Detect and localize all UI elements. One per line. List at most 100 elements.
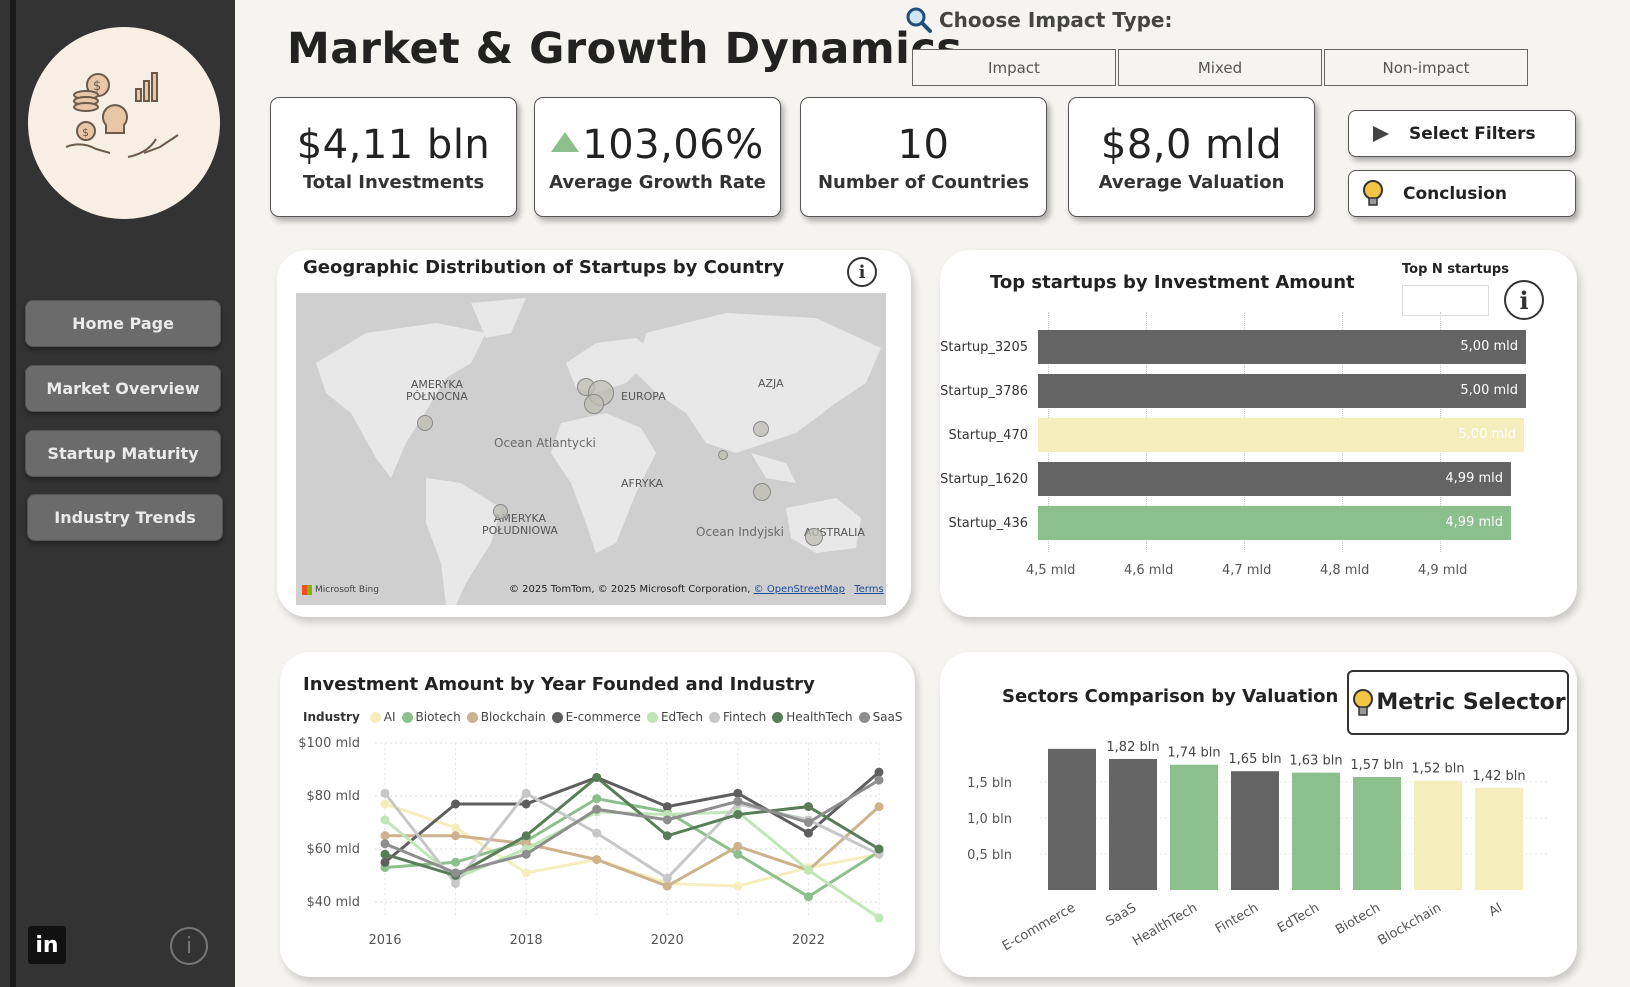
bar[interactable]: 5,00 mld	[1038, 374, 1526, 408]
linkedin-icon[interactable]: in	[28, 926, 66, 964]
info-icon[interactable]: i	[847, 257, 877, 287]
data-point[interactable]	[380, 857, 390, 867]
legend-item[interactable]: E-commerce	[551, 710, 641, 724]
data-point[interactable]	[380, 788, 390, 798]
data-point[interactable]	[662, 831, 672, 841]
data-point[interactable]	[803, 865, 813, 875]
data-point[interactable]	[662, 815, 672, 825]
data-point[interactable]	[662, 802, 672, 812]
data-point[interactable]	[803, 828, 813, 838]
legend-item[interactable]: Blockchain	[466, 710, 546, 724]
nav-home-page[interactable]: Home Page	[25, 300, 221, 347]
metric-selector-button[interactable]: Metric Selector	[1347, 670, 1569, 735]
data-point[interactable]	[592, 855, 602, 865]
bar[interactable]: 4,99 mld	[1038, 462, 1511, 496]
data-point[interactable]	[380, 815, 390, 825]
data-point[interactable]	[451, 868, 461, 878]
terms-link[interactable]: Terms	[854, 584, 883, 595]
map-bubble[interactable]	[718, 450, 728, 460]
data-point[interactable]	[521, 788, 531, 798]
bar[interactable]	[1170, 764, 1218, 890]
data-point[interactable]	[733, 849, 743, 859]
bar-row[interactable]: Startup_3786 5,00 mld	[940, 374, 1526, 408]
data-point[interactable]	[662, 873, 672, 883]
data-point[interactable]	[874, 802, 884, 812]
bar[interactable]: 4,99 mld	[1038, 506, 1511, 540]
data-point[interactable]	[803, 802, 813, 812]
info-icon[interactable]: i	[1504, 280, 1544, 320]
nav-industry-trends[interactable]: Industry Trends	[27, 494, 223, 541]
data-point[interactable]	[733, 796, 743, 806]
map-bubble[interactable]	[753, 421, 769, 437]
data-point[interactable]	[803, 892, 813, 902]
data-point[interactable]	[451, 831, 461, 841]
data-point[interactable]	[662, 881, 672, 891]
legend-item[interactable]: Fintech	[709, 710, 766, 724]
data-point[interactable]	[451, 799, 461, 809]
x-tick-label: 2022	[792, 933, 825, 948]
line-chart-legend: Industry AI Biotech Blockchain E-commerce Ed…	[303, 710, 903, 724]
data-point[interactable]	[874, 767, 884, 777]
bar[interactable]	[1353, 776, 1401, 890]
data-point[interactable]	[451, 878, 461, 888]
legend-marker	[551, 711, 563, 723]
data-point[interactable]	[380, 839, 390, 849]
metric-selector-label: Metric Selector	[1376, 690, 1566, 715]
impact-option-mixed[interactable]: Mixed	[1118, 49, 1322, 86]
data-point[interactable]	[592, 828, 602, 838]
data-point[interactable]	[521, 831, 531, 841]
data-point[interactable]	[451, 857, 461, 867]
data-point[interactable]	[592, 804, 602, 814]
impact-option-impact[interactable]: Impact	[912, 49, 1116, 86]
bar[interactable]: 5,00 mld	[1038, 418, 1524, 452]
data-point[interactable]	[451, 823, 461, 833]
data-point[interactable]	[874, 844, 884, 854]
map-bubble[interactable]	[584, 394, 604, 414]
map-bubble[interactable]	[805, 528, 823, 546]
data-point[interactable]	[592, 794, 602, 804]
bar-row[interactable]: Startup_436 4,99 mld	[940, 506, 1511, 540]
map-bubble[interactable]	[417, 415, 433, 431]
bar[interactable]	[1475, 787, 1523, 890]
legend-item[interactable]: HealthTech	[772, 710, 853, 724]
bar[interactable]	[1109, 758, 1157, 890]
data-point[interactable]	[380, 831, 390, 841]
nav-startup-maturity[interactable]: Startup Maturity	[25, 430, 221, 477]
legend-item[interactable]: Biotech	[401, 710, 461, 724]
topn-input[interactable]	[1402, 285, 1489, 316]
bar-row[interactable]: Startup_1620 4,99 mld	[940, 462, 1511, 496]
data-point[interactable]	[874, 913, 884, 923]
data-point[interactable]	[733, 810, 743, 820]
bar[interactable]: 5,00 mld	[1038, 330, 1526, 364]
legend-item[interactable]: SaaS	[858, 710, 903, 724]
conclusion-button[interactable]: Conclusion	[1348, 170, 1576, 217]
impact-option-non-impact[interactable]: Non-impact	[1324, 49, 1528, 86]
bar-row[interactable]: Startup_3205 5,00 mld	[940, 330, 1526, 364]
bar[interactable]	[1292, 772, 1340, 890]
map-bubble[interactable]	[753, 483, 771, 501]
bar-row[interactable]: Startup_470 5,00 mld	[940, 418, 1524, 452]
legend-item[interactable]: AI	[369, 710, 396, 724]
data-point[interactable]	[733, 788, 743, 798]
map-bubble[interactable]	[493, 504, 508, 519]
data-point[interactable]	[874, 775, 884, 785]
data-point[interactable]	[733, 841, 743, 851]
bar[interactable]	[1414, 780, 1462, 890]
bar[interactable]	[1231, 771, 1279, 890]
data-point[interactable]	[733, 881, 743, 891]
data-point[interactable]	[592, 772, 602, 782]
nav-market-overview[interactable]: Market Overview	[25, 365, 221, 412]
info-icon[interactable]: i	[170, 927, 208, 965]
data-point[interactable]	[380, 849, 390, 859]
world-map[interactable]: AMERYKA PÓŁNOCNA EUROPA AZJA AFRYKA AMERY…	[296, 293, 886, 605]
y-tick-label: 1,0 bln	[967, 812, 1012, 827]
select-filters-button[interactable]: Select Filters	[1348, 110, 1576, 157]
legend-item[interactable]: EdTech	[646, 710, 703, 724]
bar[interactable]	[1048, 748, 1096, 890]
data-point[interactable]	[380, 799, 390, 809]
data-point[interactable]	[803, 818, 813, 827]
osm-link[interactable]: © OpenStreetMap	[754, 584, 845, 595]
data-point[interactable]	[521, 849, 531, 859]
data-point[interactable]	[521, 868, 531, 878]
data-point[interactable]	[521, 799, 531, 809]
